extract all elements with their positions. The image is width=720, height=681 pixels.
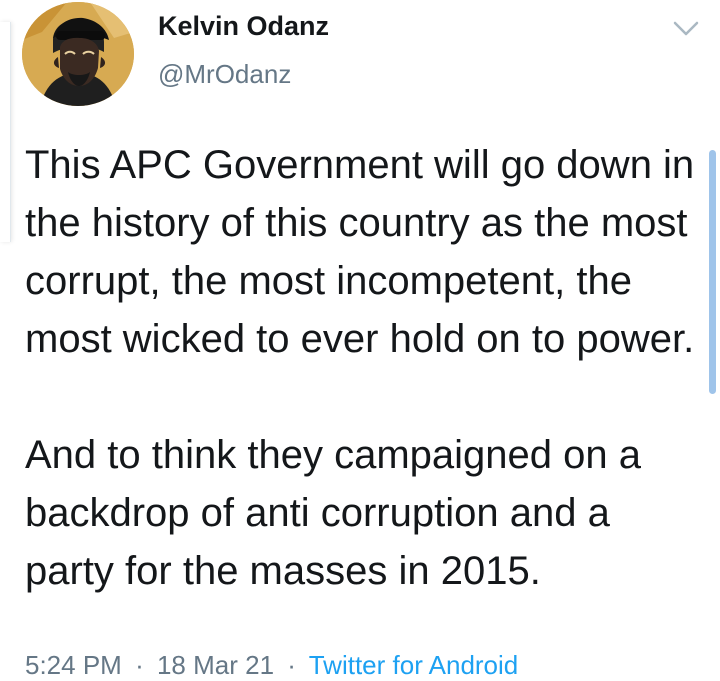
chevron-down-icon[interactable] [672,18,700,40]
tweet-source-link[interactable]: Twitter for Android [309,650,519,680]
scrollbar[interactable] [709,150,716,394]
user-info: Kelvin Odanz @MrOdanz [158,6,329,94]
avatar-image [22,2,134,106]
tweet-card: Kelvin Odanz @MrOdanz This APC Governmen… [0,0,720,681]
tweet-metadata: 5:24 PM · 18 Mar 21 · Twitter for Androi… [25,648,518,681]
tweet-time[interactable]: 5:24 PM [25,650,122,680]
left-panel-edge [0,22,11,242]
tweet-text: This APC Government will go down in the … [25,143,695,593]
user-handle[interactable]: @MrOdanz [158,54,329,94]
metadata-separator: · [135,650,144,680]
avatar[interactable] [22,2,134,106]
metadata-separator: · [287,650,296,680]
display-name[interactable]: Kelvin Odanz [158,6,329,46]
tweet-date[interactable]: 18 Mar 21 [157,650,274,680]
